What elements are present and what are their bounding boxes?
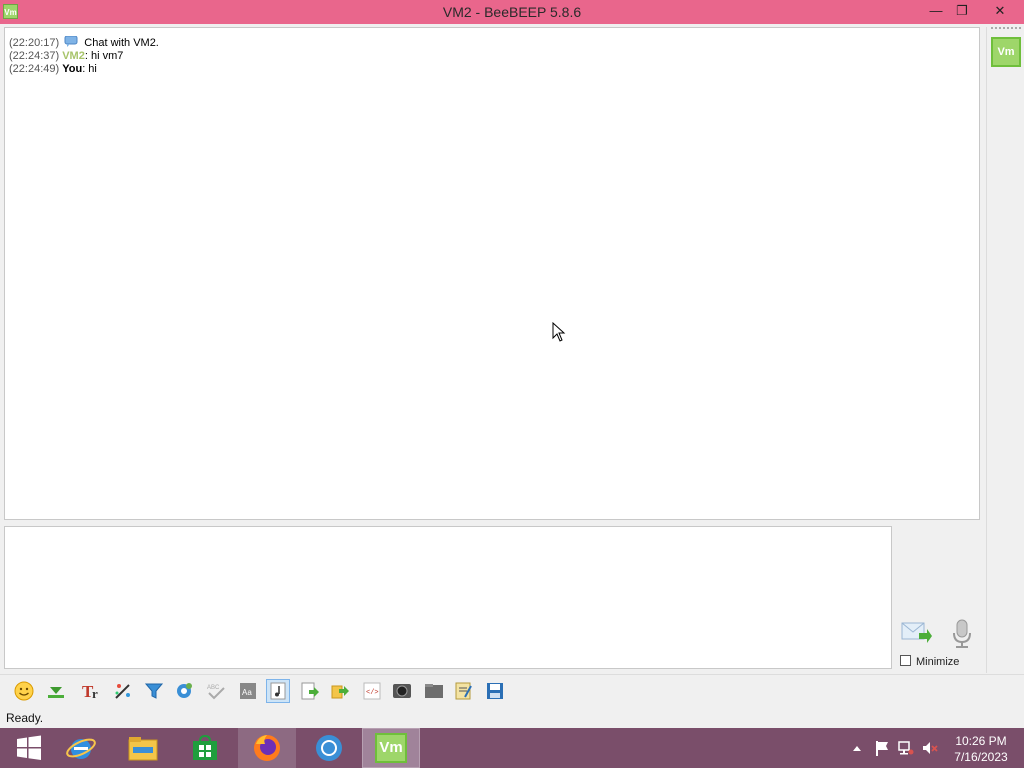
message-sender: You <box>62 63 83 75</box>
svg-text:</>: </> <box>366 689 379 697</box>
svg-text:ABC: ABC <box>207 685 220 691</box>
show-hidden-icons-icon[interactable] <box>852 744 862 752</box>
minimize-label: Minimize <box>916 656 960 668</box>
chrome-icon <box>316 735 342 761</box>
title-bar[interactable]: Vm VM2 - BeeBEEP 5.8.6 — ❐ ✕ <box>0 0 1024 24</box>
clock-time: 10:26 PM <box>955 734 1007 748</box>
font-size-button[interactable]: Aa <box>236 679 260 703</box>
insert-icon <box>48 687 64 698</box>
send-message-icon[interactable] <box>901 619 933 647</box>
save-button[interactable] <box>483 679 507 703</box>
settings-icon <box>177 683 192 698</box>
message-time: (22:20:17) <box>9 37 60 49</box>
volume-muted-icon[interactable] <box>922 740 938 756</box>
firefox-icon <box>254 735 280 761</box>
folder-icon <box>425 684 443 698</box>
taskbar-file-explorer[interactable] <box>114 728 172 768</box>
color-icon <box>115 684 130 699</box>
font-icon: Tr <box>82 682 98 701</box>
network-icon[interactable] <box>898 740 914 756</box>
clock-date: 7/16/2023 <box>954 750 1008 764</box>
start-button[interactable] <box>0 728 58 768</box>
music-button[interactable] <box>266 679 290 703</box>
user-list-panel: Vm <box>986 27 1024 673</box>
font-size-icon: Aa <box>240 683 256 699</box>
toolbar: Tr ABC Aa </> <box>0 674 1024 709</box>
insert-button[interactable] <box>44 679 68 703</box>
message-text: : hi vm7 <box>84 50 124 62</box>
mouse-cursor-icon <box>552 322 566 342</box>
windows-start-icon <box>17 735 41 760</box>
store-icon <box>193 734 217 760</box>
svg-text:r: r <box>92 686 98 701</box>
clipboard-button[interactable] <box>451 679 475 703</box>
action-center-flag-icon[interactable] <box>874 740 890 756</box>
message-sender[interactable]: VM2 <box>62 50 85 62</box>
screenshot-icon <box>393 684 411 698</box>
screenshot-button[interactable] <box>390 679 414 703</box>
settings-button[interactable] <box>172 679 196 703</box>
message-time: (22:24:37) <box>9 50 60 62</box>
taskbar-beebeep[interactable]: Vm <box>362 728 420 768</box>
spellcheck-icon: ABC <box>207 685 225 700</box>
html-icon: </> <box>363 682 381 700</box>
file-explorer-icon <box>128 737 158 761</box>
taskbar-clock[interactable]: 10:26 PM 7/16/2023 <box>950 733 1012 765</box>
chat-message: (22:24:49) You: hi <box>9 63 979 76</box>
message-time: (22:24:49) <box>9 63 60 75</box>
filter-icon <box>144 683 164 699</box>
spellcheck-button[interactable]: ABC <box>204 679 228 703</box>
forward-button[interactable] <box>328 679 352 703</box>
music-icon <box>270 682 286 700</box>
forward-icon <box>331 685 349 699</box>
microphone-icon[interactable] <box>950 619 974 649</box>
message-text: Chat with VM2. <box>84 37 159 49</box>
html-button[interactable]: </> <box>360 679 384 703</box>
taskbar-chrome[interactable] <box>300 728 358 768</box>
user-vm2-avatar[interactable]: Vm <box>991 37 1021 67</box>
chat-message: (22:20:17) Chat with VM2. <box>9 36 979 50</box>
send-file-icon <box>301 682 319 700</box>
chat-message: (22:24:37) VM2: hi vm7 <box>9 50 979 63</box>
emoticon-button[interactable] <box>12 679 36 703</box>
chat-log[interactable]: (22:20:17) Chat with VM2. (22:24:37) VM2… <box>4 27 980 520</box>
taskbar: Vm 10:26 PM 7/16/2023 <box>0 728 1024 768</box>
taskbar-firefox[interactable] <box>238 728 296 768</box>
filter-button[interactable] <box>142 679 166 703</box>
close-button[interactable]: ✕ <box>985 0 1015 22</box>
window-title: VM2 - BeeBEEP 5.8.6 <box>442 4 582 20</box>
beebeep-icon: Vm <box>375 733 407 763</box>
taskbar-internet-explorer[interactable] <box>52 728 110 768</box>
internet-explorer-icon <box>66 738 96 759</box>
save-icon <box>487 683 503 699</box>
folder-button[interactable] <box>422 679 446 703</box>
taskbar-store[interactable] <box>176 728 234 768</box>
status-bar-text: Ready. <box>6 711 44 725</box>
emoticon-icon <box>14 681 34 701</box>
message-text: : hi <box>82 63 97 75</box>
panel-grip[interactable] <box>991 27 1021 31</box>
color-button[interactable] <box>111 679 135 703</box>
clipboard-icon <box>455 682 472 700</box>
send-file-button[interactable] <box>298 679 322 703</box>
font-button[interactable]: Tr <box>80 679 104 703</box>
message-input[interactable] <box>4 526 892 669</box>
maximize-button[interactable]: ❐ <box>947 0 977 22</box>
svg-text:Aa: Aa <box>242 688 252 697</box>
chat-bubble-icon <box>64 36 78 47</box>
minimize-checkbox[interactable] <box>900 655 911 666</box>
